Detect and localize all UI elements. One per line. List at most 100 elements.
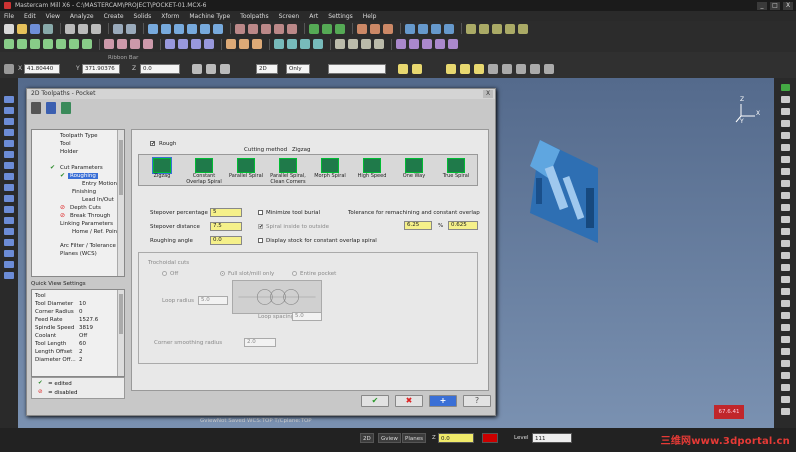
iso-view-icon[interactable]: [274, 23, 284, 34]
side-icon-15[interactable]: [780, 252, 790, 259]
stepover-distance-input[interactable]: 7.5: [210, 222, 242, 231]
fillet-icon[interactable]: [43, 39, 53, 49]
tool-icon-12[interactable]: [4, 217, 14, 224]
menu-screen[interactable]: Screen: [279, 13, 300, 20]
filter-icon[interactable]: [31, 102, 41, 114]
fast-point-icon[interactable]: [192, 64, 202, 74]
stepover-percentage-input[interactable]: 5: [210, 208, 242, 217]
mirror-icon[interactable]: [178, 39, 188, 49]
drill-icon[interactable]: [396, 39, 406, 49]
verify-select-icon[interactable]: [516, 64, 526, 74]
side-icon-21[interactable]: [780, 324, 790, 331]
loop-spacing-input[interactable]: 5.0: [292, 312, 322, 321]
surface-fillet-icon[interactable]: [348, 39, 358, 49]
menu-xform[interactable]: Xform: [161, 13, 179, 20]
zoom-out-icon[interactable]: [200, 23, 210, 34]
side-icon-22[interactable]: [780, 336, 790, 343]
side-icon-26[interactable]: [780, 384, 790, 391]
trochoidal-full-slot-radio[interactable]: [220, 271, 225, 276]
status-z-field[interactable]: 0.0: [438, 433, 474, 443]
close-button[interactable]: X: [783, 1, 793, 10]
side-icon-4[interactable]: [780, 120, 790, 127]
join-icon[interactable]: [130, 39, 140, 49]
tree-item-holder[interactable]: Holder: [60, 149, 78, 155]
tool-icon-7[interactable]: [4, 162, 14, 169]
method-parallel-spiral[interactable]: Parallel Spiral: [227, 158, 265, 185]
only-filter-field[interactable]: Only: [286, 64, 310, 74]
selection-mode-field[interactable]: [328, 64, 386, 74]
tree-item-arc-filter[interactable]: Arc Filter / Tolerance: [60, 243, 116, 249]
new-file-icon[interactable]: [4, 23, 14, 34]
pocket-icon[interactable]: [422, 39, 432, 49]
backplot-icon[interactable]: [418, 23, 428, 34]
menu-create[interactable]: Create: [104, 13, 124, 20]
tool-icon-8[interactable]: [4, 173, 14, 180]
menu-view[interactable]: View: [46, 13, 60, 20]
solid-boolean-icon[interactable]: [313, 39, 323, 49]
side-icon-1[interactable]: [780, 84, 790, 91]
side-icon-18[interactable]: [780, 288, 790, 295]
method-zigzag[interactable]: Zigzag: [143, 157, 181, 185]
color-icon[interactable]: [479, 23, 489, 34]
tool-icon-17[interactable]: [4, 272, 14, 279]
tree-item-planes[interactable]: Planes (WCS): [60, 251, 97, 257]
roughing-angle-input[interactable]: 0.0: [210, 236, 242, 245]
tree-item-depth-cuts[interactable]: Depth Cuts: [70, 205, 101, 211]
tolerance-percent-input[interactable]: 6.25: [404, 221, 432, 230]
scale-icon[interactable]: [204, 39, 214, 49]
side-icon-14[interactable]: [780, 240, 790, 247]
side-icon-10[interactable]: [780, 192, 790, 199]
translucent-icon[interactable]: [335, 23, 345, 34]
hatch-icon[interactable]: [252, 39, 262, 49]
minimize-button[interactable]: _: [757, 1, 767, 10]
loop-radius-input[interactable]: 5.0: [198, 296, 228, 305]
tool-icon-6[interactable]: [4, 151, 14, 158]
side-icon-17[interactable]: [780, 276, 790, 283]
side-icon-9[interactable]: [780, 180, 790, 187]
y-coordinate-field[interactable]: 371.90376: [82, 64, 120, 74]
corner-smoothing-input[interactable]: 2.0: [244, 338, 276, 347]
method-morph-spiral[interactable]: Morph Spiral: [311, 158, 349, 185]
toolpath-icon[interactable]: [405, 23, 415, 34]
side-icon-11[interactable]: [780, 204, 790, 211]
rotate-icon[interactable]: [191, 39, 201, 49]
attributes-icon[interactable]: [492, 23, 502, 34]
tool-icon-15[interactable]: [4, 250, 14, 257]
surface-trim-icon[interactable]: [361, 39, 371, 49]
status-2d-button[interactable]: 2D: [360, 433, 374, 443]
tool-icon-2[interactable]: [4, 107, 14, 114]
status-color-swatch[interactable]: [482, 433, 498, 443]
display-stock-checkbox[interactable]: [258, 238, 263, 243]
end-select-icon[interactable]: [544, 64, 554, 74]
clear-select-icon[interactable]: [530, 64, 540, 74]
line-icon[interactable]: [17, 39, 27, 49]
menu-file[interactable]: File: [4, 13, 14, 20]
wireframe-icon[interactable]: [309, 23, 319, 34]
copy-icon[interactable]: [78, 23, 88, 34]
method-one-way[interactable]: One Way: [395, 158, 433, 185]
note-icon[interactable]: [239, 39, 249, 49]
dimension-icon[interactable]: [226, 39, 236, 49]
cancel-button[interactable]: ✖: [395, 395, 423, 407]
shaded-icon[interactable]: [322, 23, 332, 34]
status-gview-button[interactable]: Gview: [378, 433, 401, 443]
tree-item-lead-in-out[interactable]: Lead In/Out: [82, 197, 114, 203]
help-button[interactable]: ?: [463, 395, 491, 407]
minimize-burial-checkbox[interactable]: [258, 210, 263, 215]
menu-analyze[interactable]: Analyze: [70, 13, 94, 20]
tree-item-roughing[interactable]: Roughing: [68, 173, 98, 179]
tree-item-entry-motion[interactable]: Entry Motion: [82, 181, 117, 187]
contour-icon[interactable]: [409, 39, 419, 49]
top-view-icon[interactable]: [235, 23, 245, 34]
side-icon-5[interactable]: [780, 132, 790, 139]
undelete-icon[interactable]: [370, 23, 380, 34]
open-file-icon[interactable]: [17, 23, 27, 34]
tool-icon-4[interactable]: [4, 129, 14, 136]
zoom-in-icon[interactable]: [187, 23, 197, 34]
method-high-speed[interactable]: High Speed: [353, 158, 391, 185]
menu-machine-type[interactable]: Machine Type: [189, 13, 230, 20]
surface-icon[interactable]: [335, 39, 345, 49]
autocursor-icon[interactable]: [4, 64, 14, 74]
analyze-icon[interactable]: [383, 23, 393, 34]
cut-icon[interactable]: [65, 23, 75, 34]
